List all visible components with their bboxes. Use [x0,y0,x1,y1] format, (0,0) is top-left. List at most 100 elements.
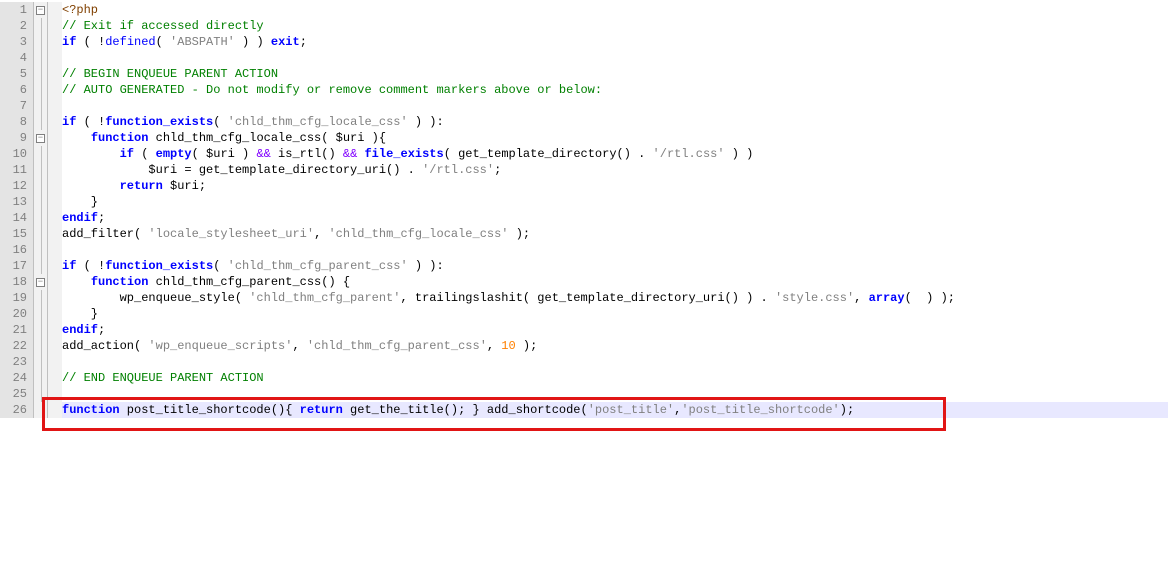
code-line[interactable]: 15add_filter( 'locale_stylesheet_uri', '… [0,226,1168,242]
code-content[interactable]: // END ENQUEUE PARENT ACTION [62,370,1168,386]
code-line[interactable]: 22add_action( 'wp_enqueue_scripts', 'chl… [0,338,1168,354]
code-token: is_rtl() [271,147,343,161]
code-token: ) ): [408,259,444,273]
code-content[interactable]: return $uri; [62,178,1168,194]
code-token: endif [62,211,98,225]
code-token: // AUTO GENERATED - Do not modify or rem… [62,83,602,97]
line-number: 13 [0,194,34,210]
fold-guide-line [41,306,42,322]
code-line[interactable]: 12 return $uri; [0,178,1168,194]
code-token: post_title_shortcode(){ [120,403,300,417]
code-content[interactable]: if ( !defined( 'ABSPATH' ) ) exit; [62,34,1168,50]
fold-gutter [34,82,48,98]
code-line[interactable]: 8if ( !function_exists( 'chld_thm_cfg_lo… [0,114,1168,130]
code-line[interactable]: 26 function post_title_shortcode(){ retur… [0,402,1168,418]
code-content[interactable] [62,386,1168,402]
fold-collapse-icon[interactable]: − [36,278,45,287]
fold-gutter [34,306,48,322]
fold-collapse-icon[interactable]: − [36,134,45,143]
code-line[interactable]: 24// END ENQUEUE PARENT ACTION [0,370,1168,386]
code-content[interactable] [62,50,1168,66]
code-line[interactable]: 4 [0,50,1168,66]
editor-margin [48,146,62,162]
code-content[interactable] [62,98,1168,114]
code-content[interactable]: // AUTO GENERATED - Do not modify or rem… [62,82,1168,98]
code-token: ( ! [76,259,105,273]
code-line[interactable]: 9− function chld_thm_cfg_locale_css( $ur… [0,130,1168,146]
code-token [62,179,120,193]
code-token: , [314,227,328,241]
fold-gutter[interactable]: − [34,130,48,146]
line-number: 7 [0,98,34,114]
code-content[interactable]: // BEGIN ENQUEUE PARENT ACTION [62,66,1168,82]
code-token: <?php [62,3,98,17]
code-token: ; [98,323,105,337]
code-content[interactable]: // Exit if accessed directly [62,18,1168,34]
code-content[interactable]: add_filter( 'locale_stylesheet_uri', 'ch… [62,226,1168,242]
code-token: ; [300,35,307,49]
fold-guide-line [41,50,42,66]
code-line[interactable]: 18− function chld_thm_cfg_parent_css() { [0,274,1168,290]
editor-margin [48,114,62,130]
code-content[interactable]: if ( !function_exists( 'chld_thm_cfg_loc… [62,114,1168,130]
code-content[interactable]: function chld_thm_cfg_parent_css() { [62,274,1168,290]
code-token: // END ENQUEUE PARENT ACTION [62,371,264,385]
code-line[interactable]: 6// AUTO GENERATED - Do not modify or re… [0,82,1168,98]
code-line[interactable]: 14endif; [0,210,1168,226]
code-content[interactable]: wp_enqueue_style( 'chld_thm_cfg_parent',… [62,290,1168,306]
code-content[interactable]: endif; [62,322,1168,338]
code-editor[interactable]: 1−<?php2// Exit if accessed directly3if … [0,0,1168,418]
code-token [62,131,91,145]
code-line[interactable]: 23 [0,354,1168,370]
code-content[interactable]: $uri = get_template_directory_uri() . '/… [62,162,1168,178]
code-token: 'post_title' [588,403,674,417]
code-line[interactable]: 5// BEGIN ENQUEUE PARENT ACTION [0,66,1168,82]
fold-gutter [34,162,48,178]
fold-guide-line [41,34,42,50]
editor-margin [48,402,62,418]
code-line[interactable]: 3if ( !defined( 'ABSPATH' ) ) exit; [0,34,1168,50]
editor-margin [48,178,62,194]
code-content[interactable]: endif; [62,210,1168,226]
code-content[interactable]: } [62,194,1168,210]
code-token: , [292,339,306,353]
code-token: } [62,307,98,321]
fold-gutter [34,322,48,338]
fold-gutter [34,146,48,162]
code-content[interactable] [62,354,1168,370]
code-line[interactable]: 16 [0,242,1168,258]
line-number: 26 [0,402,34,418]
editor-margin [48,18,62,34]
editor-margin [48,338,62,354]
code-line[interactable]: 20 } [0,306,1168,322]
fold-gutter [34,226,48,242]
code-line[interactable]: 13 } [0,194,1168,210]
code-content[interactable]: <?php [62,2,1168,18]
fold-collapse-icon[interactable]: − [36,6,45,15]
fold-gutter[interactable]: − [34,274,48,290]
code-line[interactable]: 11 $uri = get_template_directory_uri() .… [0,162,1168,178]
code-line[interactable]: 17if ( !function_exists( 'chld_thm_cfg_p… [0,258,1168,274]
code-content[interactable]: function chld_thm_cfg_locale_css( $uri )… [62,130,1168,146]
code-token: ( $uri ) [192,147,257,161]
code-line[interactable]: 19 wp_enqueue_style( 'chld_thm_cfg_paren… [0,290,1168,306]
editor-margin [48,322,62,338]
code-content[interactable]: if ( empty( $uri ) && is_rtl() && file_e… [62,146,1168,162]
code-line[interactable]: 2// Exit if accessed directly [0,18,1168,34]
code-line[interactable]: 10 if ( empty( $uri ) && is_rtl() && fil… [0,146,1168,162]
code-content[interactable] [62,242,1168,258]
code-content[interactable]: if ( !function_exists( 'chld_thm_cfg_par… [62,258,1168,274]
line-number: 23 [0,354,34,370]
code-line[interactable]: 7 [0,98,1168,114]
code-line[interactable]: 21endif; [0,322,1168,338]
code-token: return [300,403,343,417]
code-content[interactable]: } [62,306,1168,322]
code-token: return [120,179,163,193]
code-content[interactable]: add_action( 'wp_enqueue_scripts', 'chld_… [62,338,1168,354]
code-line[interactable]: 25 [0,386,1168,402]
code-content[interactable]: function post_title_shortcode(){ return … [62,402,1168,418]
code-line[interactable]: 1−<?php [0,2,1168,18]
line-number: 19 [0,290,34,306]
fold-gutter[interactable]: − [34,2,48,18]
fold-gutter [34,194,48,210]
